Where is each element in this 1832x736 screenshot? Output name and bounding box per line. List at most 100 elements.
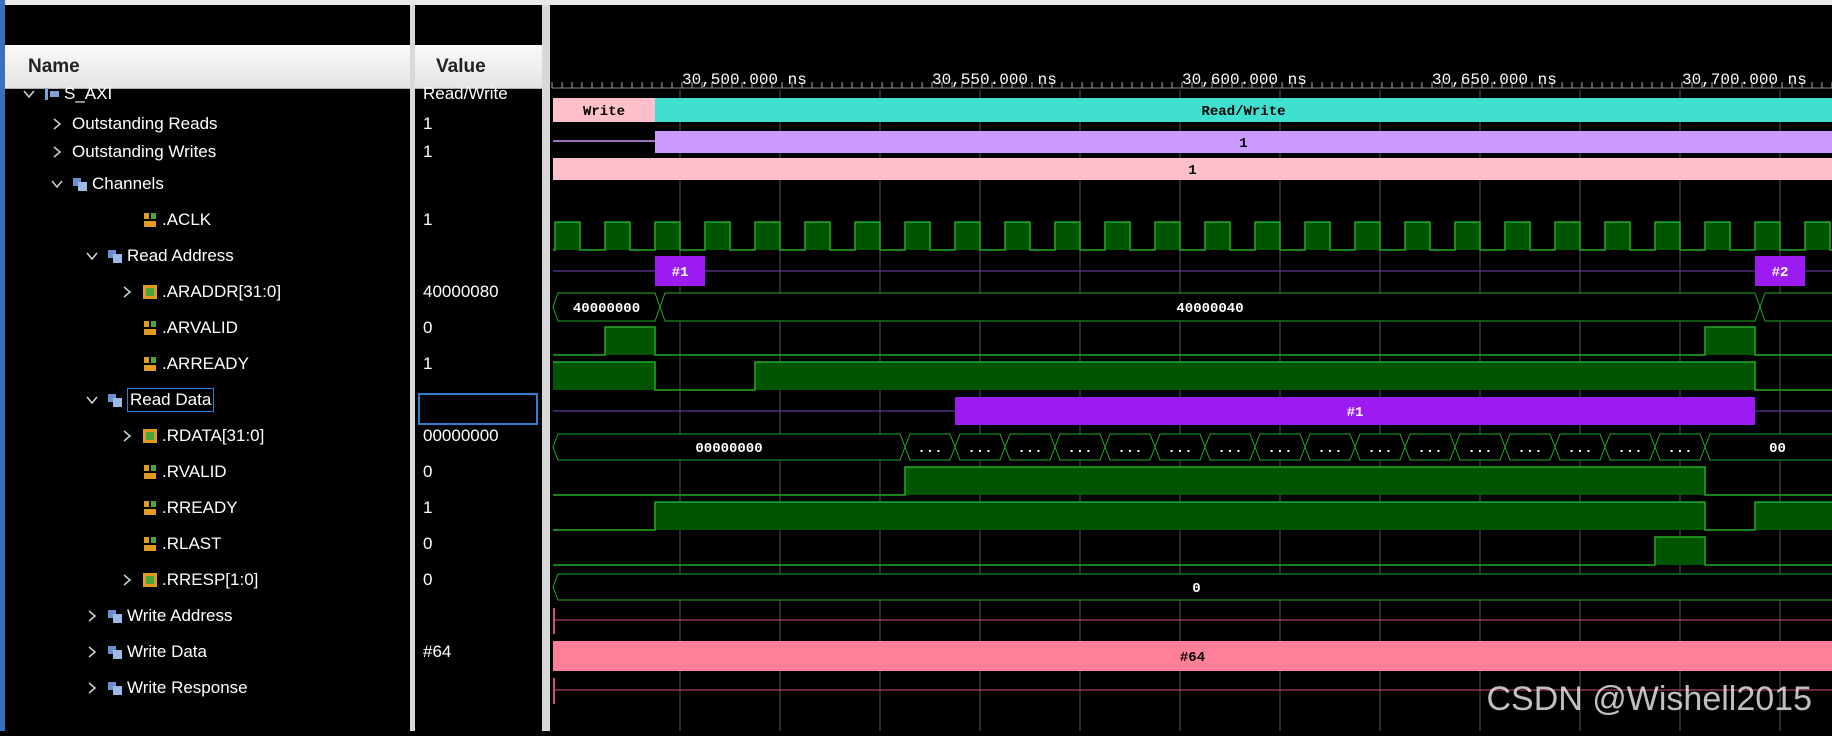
- signal-row[interactable]: S_AXI: [22, 79, 112, 109]
- channel-group-icon: [107, 248, 123, 264]
- clock-high: [1505, 222, 1530, 250]
- wire-signal-icon: [142, 212, 158, 228]
- timescale-label: 30,700.000 ns: [1682, 71, 1807, 89]
- outstanding-writes-bar-label: 1: [1188, 163, 1196, 179]
- chevron-right-icon[interactable]: [120, 573, 134, 587]
- rdata-seg-label: 00000000: [695, 441, 762, 457]
- signal-value: 1: [423, 210, 433, 229]
- chevron-down-icon[interactable]: [50, 177, 64, 191]
- wire-signal-icon: [142, 356, 158, 372]
- wave-splitter[interactable]: [542, 5, 550, 731]
- rdata-beat-label: ...: [917, 441, 942, 457]
- clock-high: [905, 222, 930, 250]
- watermark: CSDN @Wishell2015: [1486, 680, 1812, 718]
- signal-row[interactable]: Read Data: [85, 385, 215, 415]
- rready-high: [655, 502, 1705, 530]
- signal-value: 1: [423, 354, 433, 373]
- rdata-beat-label: ...: [1667, 441, 1692, 457]
- rdata-beat-label: ...: [1117, 441, 1142, 457]
- clock-high: [1805, 222, 1830, 250]
- signal-row[interactable]: .ARVALID: [120, 313, 238, 343]
- signal-row[interactable]: Write Address: [85, 601, 233, 631]
- chevron-down-icon[interactable]: [22, 87, 36, 101]
- signal-row[interactable]: .ARADDR[31:0]: [120, 277, 281, 307]
- rdata-beat-label: ...: [1467, 441, 1492, 457]
- signal-row[interactable]: Write Data: [85, 637, 207, 667]
- chevron-down-icon[interactable]: [85, 249, 99, 263]
- signal-row[interactable]: Read Address: [85, 241, 234, 271]
- signal-row[interactable]: Outstanding Reads: [50, 109, 218, 139]
- chevron-right-icon[interactable]: [85, 681, 99, 695]
- clock-high: [1705, 222, 1730, 250]
- clock-high: [555, 222, 580, 250]
- signal-value: 00000000: [423, 426, 499, 445]
- column-splitter[interactable]: [410, 5, 415, 731]
- signal-label: Read Address: [127, 246, 234, 265]
- rdata-beat-label: ...: [1217, 441, 1242, 457]
- signal-value: 0: [423, 318, 433, 337]
- chevron-right-icon[interactable]: [85, 645, 99, 659]
- signal-value: #64: [423, 642, 452, 661]
- rready-high: [1755, 502, 1832, 530]
- timescale-label: 30,550.000 ns: [932, 71, 1057, 89]
- value-edit-field[interactable]: [418, 393, 538, 425]
- signal-row[interactable]: .RVALID: [120, 457, 227, 487]
- chevron-right-icon[interactable]: [120, 285, 134, 299]
- wire-signal-icon: [142, 320, 158, 336]
- signal-row[interactable]: Outstanding Writes: [50, 137, 216, 167]
- clock-high: [1655, 222, 1680, 250]
- signal-label: .ARVALID: [162, 318, 238, 337]
- channel-group-icon: [72, 176, 88, 192]
- clock-high: [605, 222, 630, 250]
- signal-value: 40000080: [423, 282, 499, 301]
- rdata-beat-label: ...: [1017, 441, 1042, 457]
- signal-row[interactable]: Channels: [50, 169, 164, 199]
- signal-label: .ACLK: [162, 210, 212, 229]
- waveform-canvas[interactable]: 30,500.000 ns 30,550.000 ns 30,600.000 ns 3…: [550, 5, 1832, 731]
- signal-row[interactable]: .RRESP[1:0]: [120, 565, 258, 595]
- state-write-bar-label: Write: [583, 104, 625, 120]
- rdata-beat-label: ...: [1267, 441, 1292, 457]
- clock-high: [1455, 222, 1480, 250]
- clock-high: [955, 222, 980, 250]
- signal-row[interactable]: .RLAST: [120, 529, 222, 559]
- channel-group-icon: [107, 644, 123, 660]
- waveform-area[interactable]: 30,500.000 ns 30,550.000 ns 30,600.000 ns 3…: [550, 5, 1832, 731]
- rlast-waveform: [553, 536, 1832, 566]
- signal-label: .RLAST: [162, 534, 222, 553]
- chevron-right-icon[interactable]: [50, 117, 64, 131]
- araddr-seg: [1759, 292, 1832, 322]
- signal-value: 0: [423, 462, 433, 481]
- clock-high: [1755, 222, 1780, 250]
- signal-row[interactable]: .ACLK: [120, 205, 211, 235]
- signal-row[interactable]: .RDATA[31:0]: [120, 421, 264, 451]
- rdata-beat-label: ...: [1617, 441, 1642, 457]
- signal-row[interactable]: .ARREADY: [120, 349, 249, 379]
- araddr-seg-label: 40000040: [1176, 301, 1243, 317]
- chevron-down-icon[interactable]: [85, 393, 99, 407]
- rdata-beat-label: ...: [1517, 441, 1542, 457]
- chevron-right-icon[interactable]: [85, 609, 99, 623]
- signal-label: Write Address: [127, 606, 233, 625]
- chevron-right-icon[interactable]: [50, 145, 64, 159]
- signal-value: 1: [423, 498, 433, 517]
- wire-signal-icon: [142, 500, 158, 516]
- wire-signal-icon: [142, 464, 158, 480]
- arvalid-high: [605, 327, 655, 355]
- clock-high: [705, 222, 730, 250]
- arvalid-high: [1705, 327, 1755, 355]
- arready-high: [755, 362, 1755, 390]
- interface-icon: [44, 86, 60, 102]
- timescale-label: 30,500.000 ns: [682, 71, 807, 89]
- clock-high: [755, 222, 780, 250]
- signal-row[interactable]: Write Response: [85, 673, 248, 703]
- signal-row[interactable]: .RREADY: [120, 493, 238, 523]
- signal-label: .ARREADY: [162, 354, 249, 373]
- signal-value: 1: [423, 114, 433, 133]
- signal-value: 0: [423, 570, 433, 589]
- chevron-right-icon[interactable]: [120, 429, 134, 443]
